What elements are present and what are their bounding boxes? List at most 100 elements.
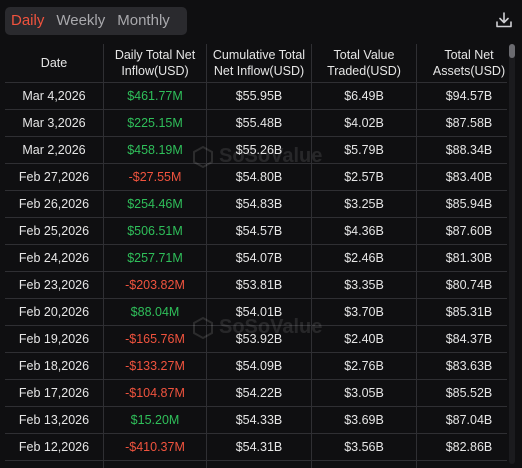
cell-net-assets: $84.37B (416, 325, 507, 353)
cell-daily-inflow: $506.51M (103, 217, 207, 245)
table-row[interactable]: Feb 11,2026-$276.30M$54.72B$3.80B$85.76B (5, 460, 507, 468)
table-body: Mar 4,2026 $461.77M $55.95B $6.49B $94.57B Ma… (5, 82, 507, 468)
column-header-value-traded[interactable]: Total Value Traded(USD) (311, 44, 417, 83)
cell-date: Feb 11,2026 (5, 460, 104, 468)
cell-cumulative-inflow: $54.57B (206, 217, 312, 245)
cell-value-traded: $2.76B (311, 352, 417, 380)
cell-daily-inflow: -$133.27M (103, 352, 207, 380)
cell-cumulative-inflow: $55.95B (206, 82, 312, 110)
cell-value-traded: $5.79B (311, 136, 417, 164)
cell-net-assets: $87.04B (416, 406, 507, 434)
table-row[interactable]: Feb 27,2026 -$27.55M $54.80B $2.57B $83.40B (5, 163, 507, 191)
cell-value-traded: $2.46B (311, 244, 417, 272)
column-header-cumulative-inflow[interactable]: Cumulative Total Net Inflow(USD) (206, 44, 312, 83)
cell-daily-inflow: -$276.30M (103, 460, 207, 468)
cell-net-assets: $80.74B (416, 271, 507, 299)
cell-daily-inflow: $254.46M (103, 190, 207, 218)
cell-cumulative-inflow: $55.26B (206, 136, 312, 164)
cell-cumulative-inflow: $54.09B (206, 352, 312, 380)
cell-daily-inflow: -$165.76M (103, 325, 207, 353)
cell-net-assets: $88.34B (416, 136, 507, 164)
period-tabs: Daily Weekly Monthly (5, 7, 187, 35)
table-row[interactable]: Mar 4,2026 $461.77M $55.95B $6.49B $94.57B (5, 82, 507, 110)
etf-flows-table-container[interactable]: Date Daily Total Net Inflow(USD) Cumulat… (5, 44, 507, 468)
cell-date: Feb 17,2026 (5, 379, 104, 407)
cell-net-assets: $85.94B (416, 190, 507, 218)
cell-value-traded: $3.70B (311, 298, 417, 326)
table-row[interactable]: Feb 24,2026 $257.71M $54.07B $2.46B $81.30B (5, 244, 507, 272)
table-header-row: Date Daily Total Net Inflow(USD) Cumulat… (5, 44, 507, 83)
cell-daily-inflow: $461.77M (103, 82, 207, 110)
table-row[interactable]: Feb 20,2026 $88.04M $54.01B $3.70B $85.31B (5, 298, 507, 326)
cell-date: Feb 26,2026 (5, 190, 104, 218)
cell-value-traded: $3.25B (311, 190, 417, 218)
cell-date: Feb 12,2026 (5, 433, 104, 461)
cell-value-traded: $2.57B (311, 163, 417, 191)
cell-cumulative-inflow: $54.83B (206, 190, 312, 218)
cell-net-assets: $81.30B (416, 244, 507, 272)
cell-date: Feb 25,2026 (5, 217, 104, 245)
cell-date: Mar 2,2026 (5, 136, 104, 164)
cell-date: Mar 4,2026 (5, 82, 104, 110)
cell-cumulative-inflow: $53.92B (206, 325, 312, 353)
table-row[interactable]: Mar 3,2026 $225.15M $55.48B $4.02B $87.58B (5, 109, 507, 137)
cell-date: Feb 27,2026 (5, 163, 104, 191)
cell-cumulative-inflow: $54.31B (206, 433, 312, 461)
table-row[interactable]: Feb 13,2026 $15.20M $54.33B $3.69B $87.04B (5, 406, 507, 434)
column-header-daily-inflow[interactable]: Daily Total Net Inflow(USD) (103, 44, 207, 83)
tab-monthly[interactable]: Monthly (111, 7, 176, 35)
cell-date: Mar 3,2026 (5, 109, 104, 137)
cell-daily-inflow: $257.71M (103, 244, 207, 272)
cell-daily-inflow: $88.04M (103, 298, 207, 326)
cell-daily-inflow: -$203.82M (103, 271, 207, 299)
cell-cumulative-inflow: $54.01B (206, 298, 312, 326)
cell-net-assets: $87.60B (416, 217, 507, 245)
cell-net-assets: $94.57B (416, 82, 507, 110)
download-icon[interactable] (494, 10, 514, 30)
column-header-date[interactable]: Date (5, 44, 104, 83)
cell-cumulative-inflow: $54.72B (206, 460, 312, 468)
cell-date: Feb 19,2026 (5, 325, 104, 353)
cell-date: Feb 13,2026 (5, 406, 104, 434)
cell-value-traded: $4.36B (311, 217, 417, 245)
scrollbar-thumb[interactable] (509, 44, 515, 58)
cell-daily-inflow: -$27.55M (103, 163, 207, 191)
table-scrollbar[interactable] (509, 44, 515, 464)
cell-value-traded: $3.69B (311, 406, 417, 434)
table-row[interactable]: Feb 25,2026 $506.51M $54.57B $4.36B $87.60B (5, 217, 507, 245)
cell-value-traded: $6.49B (311, 82, 417, 110)
etf-flows-table: Date Daily Total Net Inflow(USD) Cumulat… (5, 44, 507, 468)
cell-value-traded: $3.05B (311, 379, 417, 407)
table-row[interactable]: Feb 23,2026 -$203.82M $53.81B $3.35B $80.74B (5, 271, 507, 299)
cell-daily-inflow: $458.19M (103, 136, 207, 164)
cell-net-assets: $82.86B (416, 433, 507, 461)
cell-daily-inflow: -$104.87M (103, 379, 207, 407)
cell-date: Feb 18,2026 (5, 352, 104, 380)
cell-net-assets: $85.52B (416, 379, 507, 407)
cell-cumulative-inflow: $54.33B (206, 406, 312, 434)
table-row[interactable]: Feb 26,2026 $254.46M $54.83B $3.25B $85.94B (5, 190, 507, 218)
tab-daily[interactable]: Daily (5, 7, 50, 35)
cell-cumulative-inflow: $55.48B (206, 109, 312, 137)
cell-value-traded: $2.40B (311, 325, 417, 353)
cell-net-assets: $83.40B (416, 163, 507, 191)
table-row[interactable]: Feb 19,2026 -$165.76M $53.92B $2.40B $84.37B (5, 325, 507, 353)
column-header-net-assets[interactable]: Total Net Assets(USD) (416, 44, 507, 83)
cell-cumulative-inflow: $54.07B (206, 244, 312, 272)
cell-value-traded: $3.35B (311, 271, 417, 299)
cell-date: Feb 23,2026 (5, 271, 104, 299)
cell-cumulative-inflow: $54.80B (206, 163, 312, 191)
cell-cumulative-inflow: $54.22B (206, 379, 312, 407)
cell-value-traded: $3.80B (311, 460, 417, 468)
table-row[interactable]: Feb 12,2026 -$410.37M $54.31B $3.56B $82.86B (5, 433, 507, 461)
table-row[interactable]: Mar 2,2026 $458.19M $55.26B $5.79B $88.34B (5, 136, 507, 164)
table-row[interactable]: Feb 18,2026 -$133.27M $54.09B $2.76B $83.63B (5, 352, 507, 380)
cell-net-assets: $83.63B (416, 352, 507, 380)
tab-weekly[interactable]: Weekly (50, 7, 111, 35)
cell-cumulative-inflow: $53.81B (206, 271, 312, 299)
cell-value-traded: $4.02B (311, 109, 417, 137)
cell-net-assets: $85.76B (416, 460, 507, 468)
table-row[interactable]: Feb 17,2026 -$104.87M $54.22B $3.05B $85.52B (5, 379, 507, 407)
cell-daily-inflow: $15.20M (103, 406, 207, 434)
cell-net-assets: $87.58B (416, 109, 507, 137)
